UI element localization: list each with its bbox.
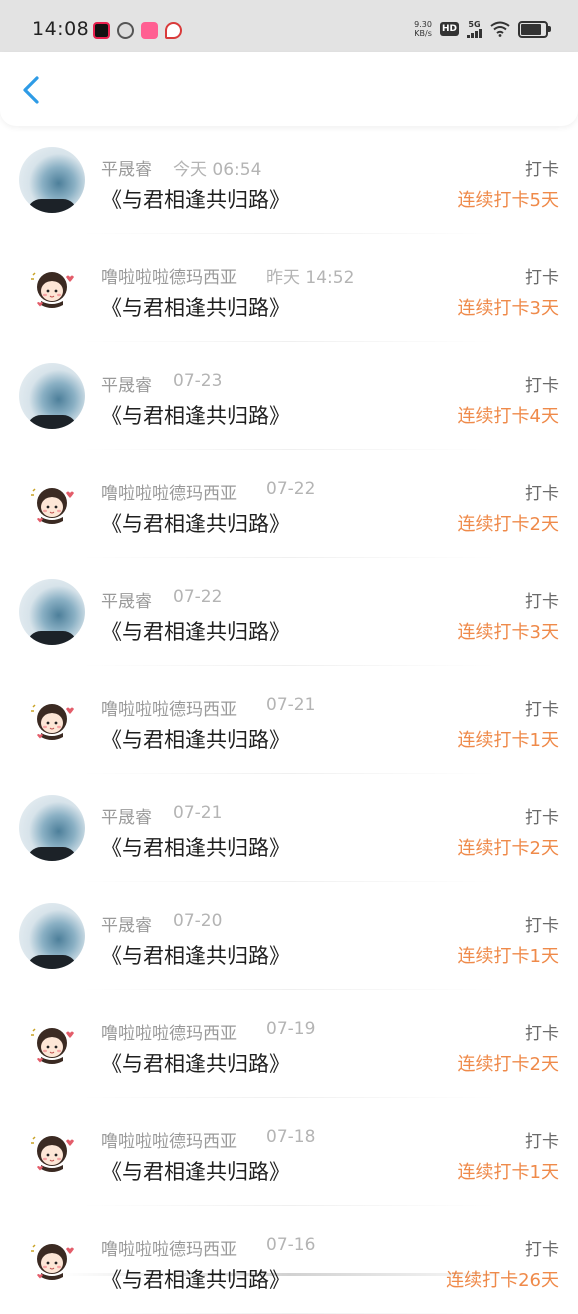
photo-avatar[interactable] [19, 147, 85, 213]
cartoon-girl-icon [31, 704, 74, 740]
cartoon-girl-avatar[interactable] [19, 1227, 85, 1293]
photo-avatar[interactable] [19, 363, 85, 429]
book-title: 《与君相逢共归路》 [101, 620, 290, 644]
checkin-type-label: 打卡 [525, 268, 559, 288]
post-date: 07-16 [266, 1235, 316, 1255]
cartoon-girl-avatar[interactable] [19, 687, 85, 753]
post-date: 07-22 [266, 479, 316, 499]
checkin-record-list: 平晟睿 今天 06:54 《与君相逢共归路》 打卡 连续打卡5天 噜啦啦啦德玛西亚 昨天 1… [0, 126, 578, 1314]
streak-badge: 连续打卡4天 [457, 406, 559, 427]
streak-badge: 连续打卡3天 [457, 298, 559, 319]
list-item[interactable]: 噜啦啦啦德玛西亚 昨天 14:52 《与君相逢共归路》 打卡连续打卡3天 [0, 234, 578, 342]
checkin-type-label: 打卡 [525, 592, 559, 612]
map-pin-app-icon [165, 22, 182, 39]
list-item[interactable]: 噜啦啦啦德玛西亚 07-18 《与君相逢共归路》 打卡连续打卡1天 [0, 1098, 578, 1206]
book-title: 《与君相逢共归路》 [101, 1052, 290, 1076]
wifi-icon [490, 21, 510, 37]
author-name: 噜啦啦啦德玛西亚 [101, 484, 237, 504]
post-date: 07-21 [266, 695, 316, 715]
book-title: 《与君相逢共归路》 [101, 1268, 290, 1292]
photo-avatar[interactable] [19, 795, 85, 861]
cartoon-girl-icon [31, 1136, 74, 1172]
streak-badge: 连续打卡1天 [457, 730, 559, 751]
list-item[interactable]: 噜啦啦啦德玛西亚 07-19 《与君相逢共归路》 打卡连续打卡2天 [0, 990, 578, 1098]
checkin-type-label: 打卡 [525, 160, 559, 180]
streak-badge: 连续打卡2天 [457, 1054, 559, 1075]
author-name: 噜啦啦啦德玛西亚 [101, 1024, 237, 1044]
status-bar: 14:08 9.30 KB/s HD 5G [0, 0, 578, 52]
list-item[interactable]: 噜啦啦啦德玛西亚 07-16 《与君相逢共归路》 打卡连续打卡26天 [0, 1206, 578, 1314]
cartoon-girl-avatar[interactable] [19, 1119, 85, 1185]
checkin-type-label: 打卡 [525, 700, 559, 720]
post-date: 07-18 [266, 1127, 316, 1147]
checkin-type-label: 打卡 [525, 376, 559, 396]
cartoon-girl-icon [31, 272, 74, 308]
post-date: 07-19 [266, 1019, 316, 1039]
top-nav-bar [0, 52, 578, 126]
cartoon-girl-avatar[interactable] [19, 255, 85, 321]
author-name: 平晟睿 [101, 808, 152, 828]
streak-badge: 连续打卡3天 [457, 622, 559, 643]
checkin-type-label: 打卡 [525, 1024, 559, 1044]
book-title: 《与君相逢共归路》 [101, 1160, 290, 1184]
book-title: 《与君相逢共归路》 [101, 944, 290, 968]
checkin-type-label: 打卡 [525, 808, 559, 828]
book-title: 《与君相逢共归路》 [101, 728, 290, 752]
post-date: 07-23 [173, 371, 223, 391]
post-date: 昨天 14:52 [266, 268, 355, 288]
author-name: 噜啦啦啦德玛西亚 [101, 268, 237, 288]
list-item[interactable]: 噜啦啦啦德玛西亚 07-21 《与君相逢共归路》 打卡连续打卡1天 [0, 666, 578, 774]
book-title: 《与君相逢共归路》 [101, 404, 290, 428]
signal-icon: 5G [467, 20, 482, 38]
book-title: 《与君相逢共归路》 [101, 188, 290, 212]
author-name: 平晟睿 [101, 916, 152, 936]
cartoon-girl-icon [31, 1028, 74, 1064]
checkin-type-label: 打卡 [525, 916, 559, 936]
author-name: 平晟睿 [101, 376, 152, 396]
photo-avatar[interactable] [19, 579, 85, 645]
post-date: 07-22 [173, 587, 223, 607]
pink-app-icon [141, 22, 158, 39]
list-item[interactable]: 平晟睿 07-23 《与君相逢共归路》 打卡连续打卡4天 [0, 342, 578, 450]
cartoon-girl-avatar[interactable] [19, 471, 85, 537]
post-date: 今天 06:54 [173, 160, 262, 180]
streak-badge: 连续打卡2天 [457, 838, 559, 859]
hd-icon: HD [439, 22, 459, 36]
status-time: 14:08 [32, 18, 90, 40]
list-item[interactable]: 平晟睿 今天 06:54 《与君相逢共归路》 打卡连续打卡5天 [0, 126, 578, 234]
streak-badge: 连续打卡1天 [457, 1162, 559, 1183]
cartoon-girl-avatar[interactable] [19, 1011, 85, 1077]
list-item[interactable]: 噜啦啦啦德玛西亚 07-22 《与君相逢共归路》 打卡连续打卡2天 [0, 450, 578, 558]
streak-badge: 连续打卡2天 [457, 514, 559, 535]
post-date: 07-20 [173, 911, 223, 931]
author-name: 平晟睿 [101, 160, 152, 180]
list-item[interactable]: 平晟睿 07-22 《与君相逢共归路》 打卡连续打卡3天 [0, 558, 578, 666]
network-speed: 9.30 KB/s [414, 20, 432, 38]
checkin-type-label: 打卡 [525, 484, 559, 504]
book-title: 《与君相逢共归路》 [101, 512, 290, 536]
streak-badge: 连续打卡26天 [446, 1270, 559, 1291]
book-title: 《与君相逢共归路》 [101, 836, 290, 860]
post-date: 07-21 [173, 803, 223, 823]
scroll-indicator [60, 1273, 518, 1276]
battery-icon [518, 20, 551, 38]
checkin-type-label: 打卡 [525, 1240, 559, 1260]
author-name: 噜啦啦啦德玛西亚 [101, 700, 237, 720]
author-name: 噜啦啦啦德玛西亚 [101, 1132, 237, 1152]
author-name: 噜啦啦啦德玛西亚 [101, 1240, 237, 1260]
streak-badge: 连续打卡1天 [457, 946, 559, 967]
cartoon-girl-icon [31, 488, 74, 524]
list-item[interactable]: 平晟睿 07-21 《与君相逢共归路》 打卡连续打卡2天 [0, 774, 578, 882]
book-title: 《与君相逢共归路》 [101, 296, 290, 320]
cartoon-girl-icon [31, 1244, 74, 1280]
list-item[interactable]: 平晟睿 07-20 《与君相逢共归路》 打卡连续打卡1天 [0, 882, 578, 990]
checkin-type-label: 打卡 [525, 1132, 559, 1152]
streak-badge: 连续打卡5天 [457, 190, 559, 211]
video-app-icon [93, 22, 110, 39]
back-icon[interactable] [14, 72, 50, 108]
author-name: 平晟睿 [101, 592, 152, 612]
photo-avatar[interactable] [19, 903, 85, 969]
swirl-app-icon [117, 22, 134, 39]
